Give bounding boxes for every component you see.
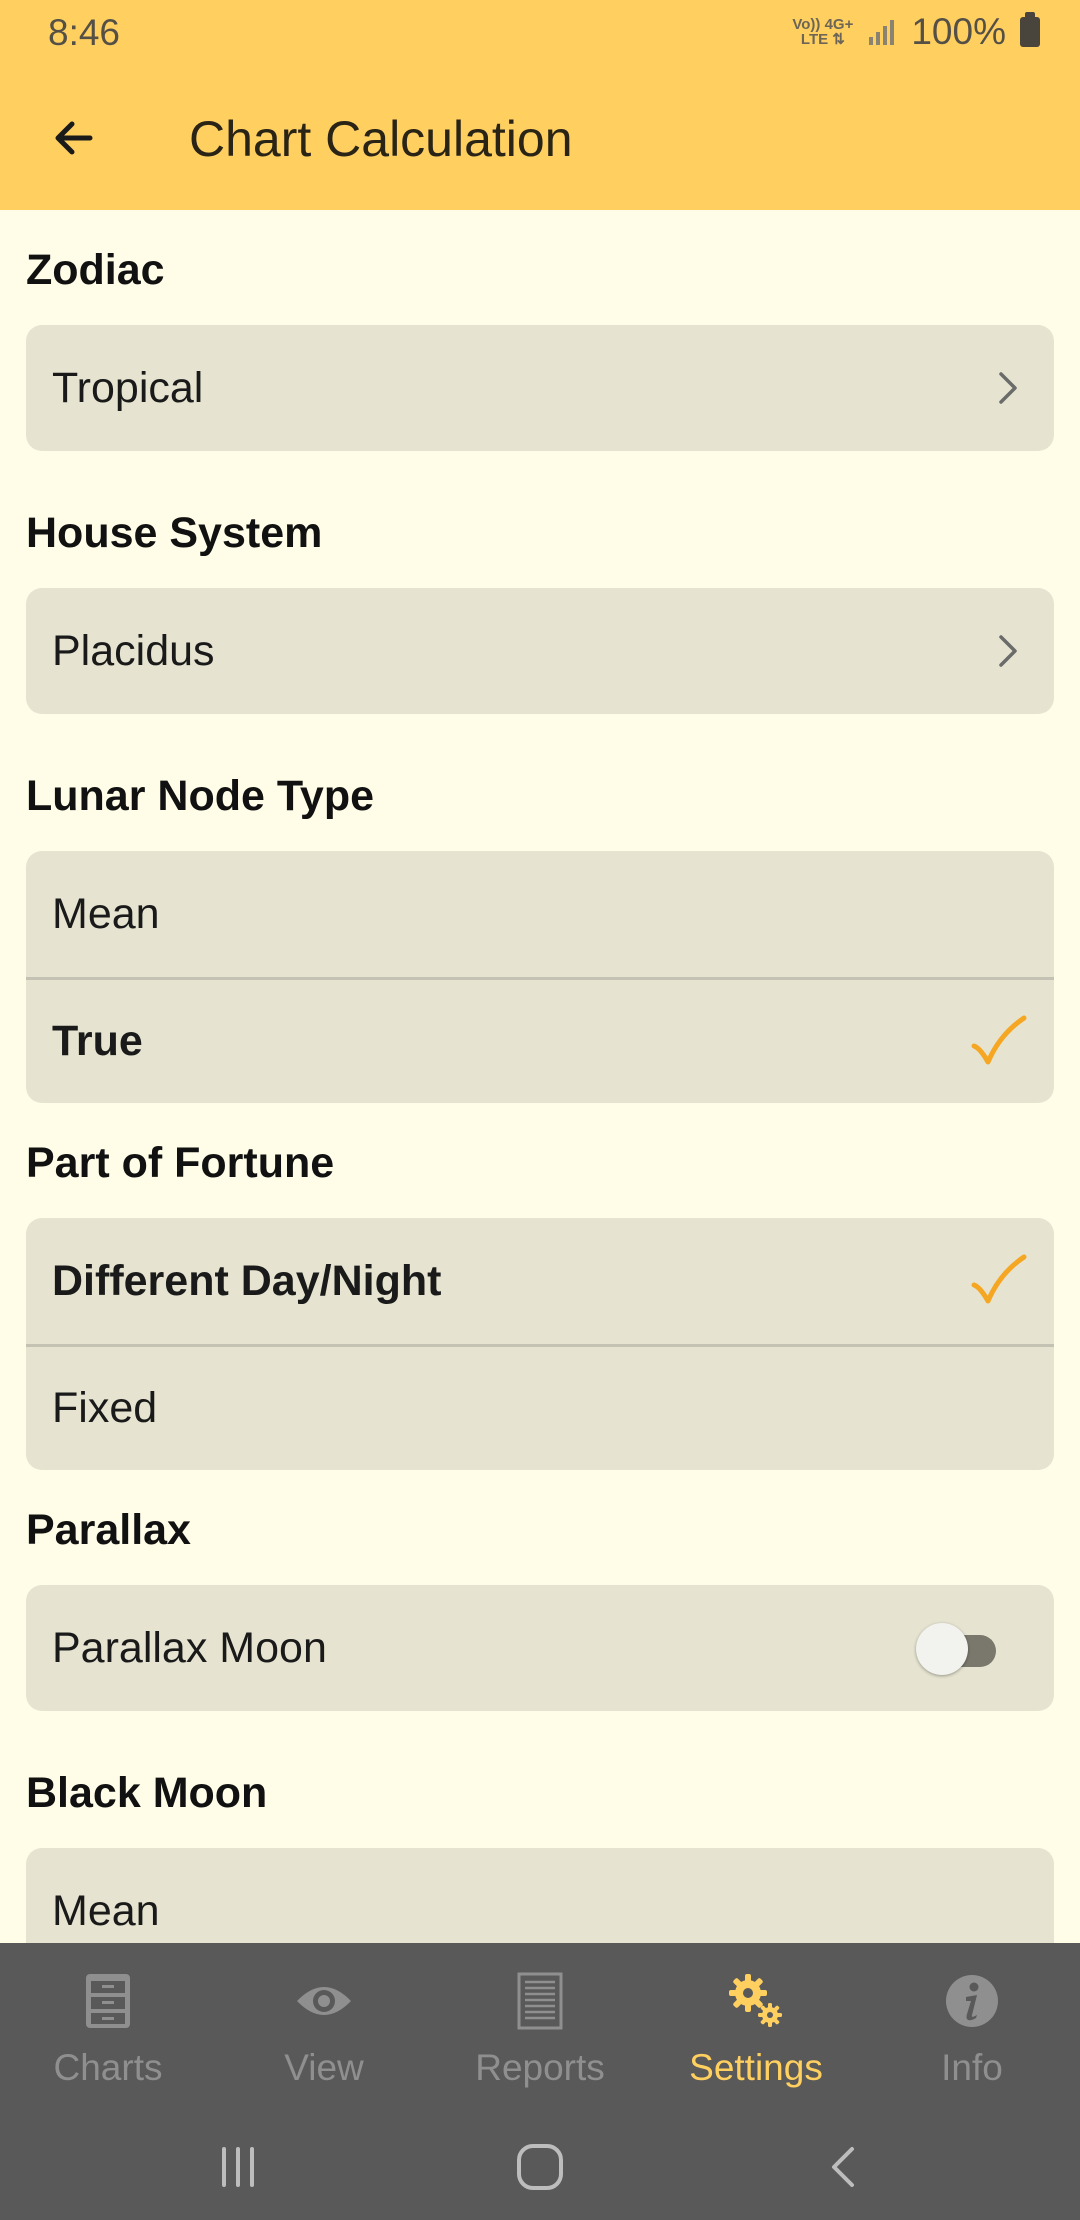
document-icon (508, 1969, 572, 2033)
nav-settings[interactable]: Settings (648, 1943, 864, 2113)
battery-percent: 100% (911, 11, 1006, 52)
section-title-part-of-fortune: Part of Fortune (26, 1139, 335, 1187)
nav-reports[interactable]: Reports (432, 1943, 648, 2113)
option-label: True (52, 1017, 143, 1065)
nav-label: Settings (689, 2047, 823, 2088)
recents-icon (222, 2147, 254, 2187)
section-title-house-system: House System (26, 509, 323, 557)
parallax-moon-label: Parallax Moon (52, 1623, 327, 1672)
status-bar: 8:46 Vo)) 4G+ LTE ⇅ 100% (0, 0, 1080, 66)
house-system-selector[interactable]: Placidus (26, 588, 1054, 714)
zodiac-selector[interactable]: Tropical (26, 325, 1054, 451)
page-title: Chart Calculation (189, 111, 573, 167)
info-icon (940, 1969, 1004, 2033)
zodiac-value: Tropical (52, 363, 204, 412)
eye-icon (292, 1969, 356, 2033)
section-title-black-moon: Black Moon (26, 1769, 268, 1817)
house-system-value: Placidus (52, 626, 215, 675)
arrow-left-icon (55, 121, 93, 155)
home-icon (517, 2144, 563, 2190)
checkmark-icon (971, 1254, 1027, 1304)
nav-charts[interactable]: Charts (0, 1943, 216, 2113)
nav-label: Reports (475, 2047, 605, 2088)
parallax-moon-row[interactable]: Parallax Moon (26, 1585, 1054, 1711)
black-moon-option-mean[interactable]: Mean (26, 1848, 1054, 1943)
network-indicator: Vo)) 4G+ LTE ⇅ (792, 16, 854, 48)
chevron-right-icon (988, 631, 1028, 671)
option-label: Mean (52, 889, 160, 938)
status-icons: Vo)) 4G+ LTE ⇅ 100% (792, 10, 1040, 54)
chevron-right-icon (988, 368, 1028, 408)
checkmark-icon (971, 1015, 1027, 1064)
black-moon-card: Mean (26, 1848, 1054, 1943)
back-icon (832, 2147, 854, 2187)
option-label: Different Day/Night (52, 1256, 442, 1305)
bottom-navigation: Charts View Reports Settings Info (0, 1943, 1080, 2113)
section-title-parallax: Parallax (26, 1506, 191, 1554)
fortune-option-fixed[interactable]: Fixed (26, 1344, 1054, 1470)
fortune-option-day-night[interactable]: Different Day/Night (26, 1218, 1054, 1344)
settings-list[interactable]: Zodiac Tropical House System Placidus Lu… (0, 210, 1080, 1943)
nav-label: View (284, 2047, 364, 2088)
parallax-card: Parallax Moon (26, 1585, 1054, 1711)
nav-info[interactable]: Info (864, 1943, 1080, 2113)
nav-view[interactable]: View (216, 1943, 432, 2113)
signal-icon (869, 20, 895, 45)
back-button[interactable] (36, 100, 112, 176)
nav-label: Charts (53, 2047, 163, 2088)
option-label: Fixed (52, 1384, 158, 1432)
section-title-zodiac: Zodiac (26, 246, 165, 294)
system-back-button[interactable] (812, 2135, 876, 2199)
lunar-node-option-mean[interactable]: Mean (26, 851, 1054, 977)
recents-button[interactable] (206, 2135, 270, 2199)
zodiac-card: Tropical (26, 325, 1054, 451)
battery-icon (1020, 12, 1040, 47)
file-cabinet-icon (76, 1969, 140, 2033)
app-bar: Chart Calculation (0, 66, 1080, 210)
nav-label: Info (941, 2047, 1003, 2088)
option-label: Mean (52, 1886, 160, 1935)
lunar-node-card: Mean True (26, 851, 1054, 1103)
parallax-moon-toggle[interactable] (916, 1621, 1000, 1675)
system-nav-bar (0, 2113, 1080, 2220)
lunar-node-option-true[interactable]: True (26, 977, 1054, 1103)
gears-icon (724, 1969, 788, 2033)
part-of-fortune-card: Different Day/Night Fixed (26, 1218, 1054, 1470)
home-button[interactable] (508, 2135, 572, 2199)
section-title-lunar-node: Lunar Node Type (26, 772, 375, 820)
status-time: 8:46 (48, 12, 121, 53)
house-system-card: Placidus (26, 588, 1054, 714)
